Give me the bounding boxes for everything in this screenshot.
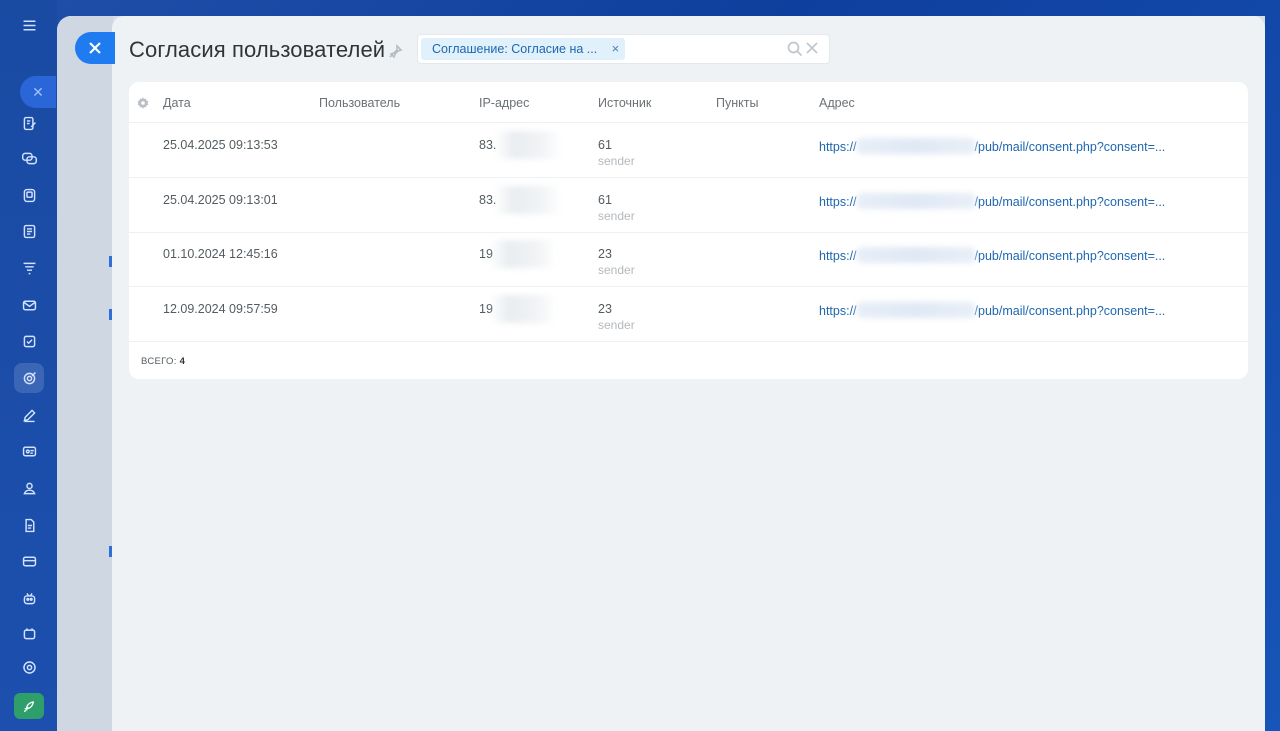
filter-chip[interactable]: Соглашение: Согласие на ... × (421, 38, 626, 60)
ip-redaction (494, 186, 562, 214)
close-icon (89, 42, 101, 54)
row-url-link[interactable]: https:// /pub/mail/consent.php?consent=..… (819, 247, 1165, 263)
total-label: ВСЕГО: (141, 356, 177, 367)
app-sidebar (0, 0, 57, 731)
id-card-icon[interactable] (14, 436, 44, 466)
column-header-url[interactable]: Адрес (819, 96, 855, 110)
row-source-type: sender (598, 263, 635, 277)
tasks-icon[interactable] (14, 326, 44, 356)
document-icon[interactable] (14, 510, 44, 540)
table-row[interactable]: 01.10.2024 12:45:16 19 23 sender https:/… (129, 232, 1248, 287)
clear-search-icon[interactable] (805, 41, 819, 57)
row-date: 25.04.2025 09:13:53 (163, 138, 278, 152)
edit-document-icon[interactable] (14, 108, 44, 138)
mail-icon[interactable] (14, 290, 44, 320)
url-redaction (856, 302, 975, 318)
table-row[interactable]: 12.09.2024 09:57:59 19 23 sender https:/… (129, 287, 1248, 342)
row-source: 61 (598, 193, 612, 207)
background-page-strip (57, 16, 113, 731)
row-date: 12.09.2024 09:57:59 (163, 302, 278, 316)
row-url-link[interactable]: https:// /pub/mail/consent.php?consent=..… (819, 193, 1165, 209)
card-icon[interactable] (14, 546, 44, 576)
row-source: 61 (598, 138, 612, 152)
row-date: 25.04.2025 09:13:01 (163, 193, 278, 207)
menu-burger-icon[interactable] (14, 10, 44, 40)
chat-icon[interactable] (14, 143, 44, 173)
funnel-icon[interactable] (14, 253, 44, 283)
row-source: 23 (598, 302, 612, 316)
url-redaction (856, 193, 975, 209)
settings-gear-icon[interactable] (14, 652, 44, 682)
search-icon[interactable] (787, 41, 803, 57)
column-header-source[interactable]: Источник (598, 96, 651, 110)
table-row[interactable]: 25.04.2025 09:13:53 83. 61 sender https:… (129, 123, 1248, 178)
row-source-type: sender (598, 318, 635, 332)
row-source-type: sender (598, 209, 635, 223)
url-suffix: /pub/mail/consent.php?consent=... (974, 249, 1166, 263)
column-header-items[interactable]: Пункты (716, 96, 758, 110)
total-value: 4 (179, 356, 186, 367)
rocket-icon[interactable] (14, 693, 44, 719)
consents-grid: Дата Пользователь IP-адрес Источник Пунк… (129, 82, 1248, 379)
column-header-ip[interactable]: IP-адрес (479, 96, 529, 110)
row-url-link[interactable]: https:// /pub/mail/consent.php?consent=..… (819, 302, 1165, 318)
drive-icon[interactable] (14, 180, 44, 210)
grid-settings-gear-icon[interactable] (137, 96, 149, 109)
row-source-type: sender (598, 154, 635, 168)
filter-chip-label: Соглашение: Согласие на ... (432, 42, 598, 56)
filter-chip-remove-icon[interactable]: × (612, 38, 620, 60)
ip-redaction (489, 295, 557, 323)
row-source: 23 (598, 247, 612, 261)
filter-search-box[interactable]: Соглашение: Согласие на ... × (417, 34, 830, 64)
url-prefix: https:// (819, 249, 857, 263)
robot-icon[interactable] (14, 583, 44, 613)
pin-icon[interactable] (389, 44, 403, 59)
ip-redaction (489, 240, 557, 268)
url-prefix: https:// (819, 304, 857, 318)
url-redaction (856, 247, 975, 263)
url-redaction (856, 138, 975, 154)
contacts-icon[interactable] (14, 473, 44, 503)
table-row[interactable]: 25.04.2025 09:13:01 83. 61 sender https:… (129, 178, 1248, 233)
ip-redaction (494, 131, 562, 159)
url-suffix: /pub/mail/consent.php?consent=... (974, 304, 1166, 318)
calendar-icon[interactable] (14, 618, 44, 648)
slider-close-button[interactable] (75, 32, 115, 64)
pen-icon[interactable] (14, 400, 44, 430)
marketing-target-icon[interactable] (14, 363, 44, 393)
url-suffix: /pub/mail/consent.php?consent=... (974, 195, 1166, 209)
background-close-icon: ✕ (20, 76, 56, 108)
grid-header: Дата Пользователь IP-адрес Источник Пунк… (129, 82, 1248, 123)
row-date: 01.10.2024 12:45:16 (163, 247, 278, 261)
url-suffix: /pub/mail/consent.php?consent=... (974, 140, 1166, 154)
url-prefix: https:// (819, 195, 857, 209)
grid-total-count: ВСЕГО: 4 (141, 356, 185, 367)
row-url-link[interactable]: https:// /pub/mail/consent.php?consent=..… (819, 138, 1165, 154)
url-prefix: https:// (819, 140, 857, 154)
column-header-user[interactable]: Пользователь (319, 96, 400, 110)
page-title: Согласия пользователей (129, 37, 386, 62)
column-header-date[interactable]: Дата (163, 96, 191, 110)
notes-icon[interactable] (14, 216, 44, 246)
